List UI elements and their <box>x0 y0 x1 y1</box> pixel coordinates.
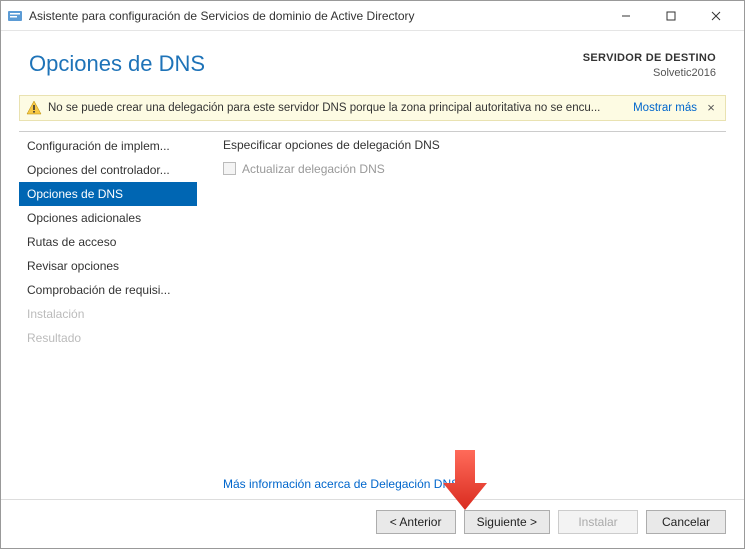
app-icon <box>7 8 23 24</box>
warning-text: No se puede crear una delegación para es… <box>48 102 627 114</box>
close-button[interactable] <box>693 2 738 30</box>
sidebar-item-paths[interactable]: Rutas de acceso <box>19 230 197 254</box>
sidebar-item-results: Resultado <box>19 326 197 350</box>
minimize-button[interactable] <box>603 2 648 30</box>
sidebar-item-review-options[interactable]: Revisar opciones <box>19 254 197 278</box>
content-heading: Especificar opciones de delegación DNS <box>223 138 722 152</box>
body: Configuración de implem... Opciones del … <box>1 121 744 499</box>
footer: < Anterior Siguiente > Instalar Cancelar <box>1 499 744 548</box>
sidebar-item-additional-options[interactable]: Opciones adicionales <box>19 206 197 230</box>
sidebar-item-installation: Instalación <box>19 302 197 326</box>
warning-bar: No se puede crear una delegación para es… <box>19 95 726 121</box>
content: Especificar opciones de delegación DNS A… <box>197 131 726 499</box>
install-button: Instalar <box>558 510 638 534</box>
next-button[interactable]: Siguiente > <box>464 510 550 534</box>
update-dns-delegation-row: Actualizar delegación DNS <box>223 162 722 176</box>
update-dns-delegation-checkbox <box>223 162 236 175</box>
page-title: Opciones de DNS <box>29 51 205 77</box>
sidebar-item-dns-options[interactable]: Opciones de DNS <box>19 182 197 206</box>
destination-value: Solvetic2016 <box>583 66 716 81</box>
titlebar: Asistente para configuración de Servicio… <box>1 1 744 31</box>
warning-icon <box>26 100 42 116</box>
spacer <box>223 176 722 477</box>
more-info-link[interactable]: Más información acerca de Delegación DNS <box>223 477 722 491</box>
update-dns-delegation-label: Actualizar delegación DNS <box>242 162 385 176</box>
maximize-button[interactable] <box>648 2 693 30</box>
warning-show-more[interactable]: Mostrar más <box>633 102 697 114</box>
destination-server: SERVIDOR DE DESTINO Solvetic2016 <box>583 51 716 81</box>
warning-close[interactable]: × <box>703 100 719 115</box>
destination-label: SERVIDOR DE DESTINO <box>583 51 716 66</box>
cancel-button[interactable]: Cancelar <box>646 510 726 534</box>
sidebar-item-prerequisites-check[interactable]: Comprobación de requisi... <box>19 278 197 302</box>
window-title: Asistente para configuración de Servicio… <box>29 9 603 23</box>
header: Opciones de DNS SERVIDOR DE DESTINO Solv… <box>1 31 744 95</box>
previous-button[interactable]: < Anterior <box>376 510 456 534</box>
window-controls <box>603 2 738 30</box>
sidebar-item-domain-controller-options[interactable]: Opciones del controlador... <box>19 158 197 182</box>
sidebar-item-deployment-config[interactable]: Configuración de implem... <box>19 134 197 158</box>
wizard-window: Asistente para configuración de Servicio… <box>0 0 745 549</box>
sidebar: Configuración de implem... Opciones del … <box>19 131 197 499</box>
